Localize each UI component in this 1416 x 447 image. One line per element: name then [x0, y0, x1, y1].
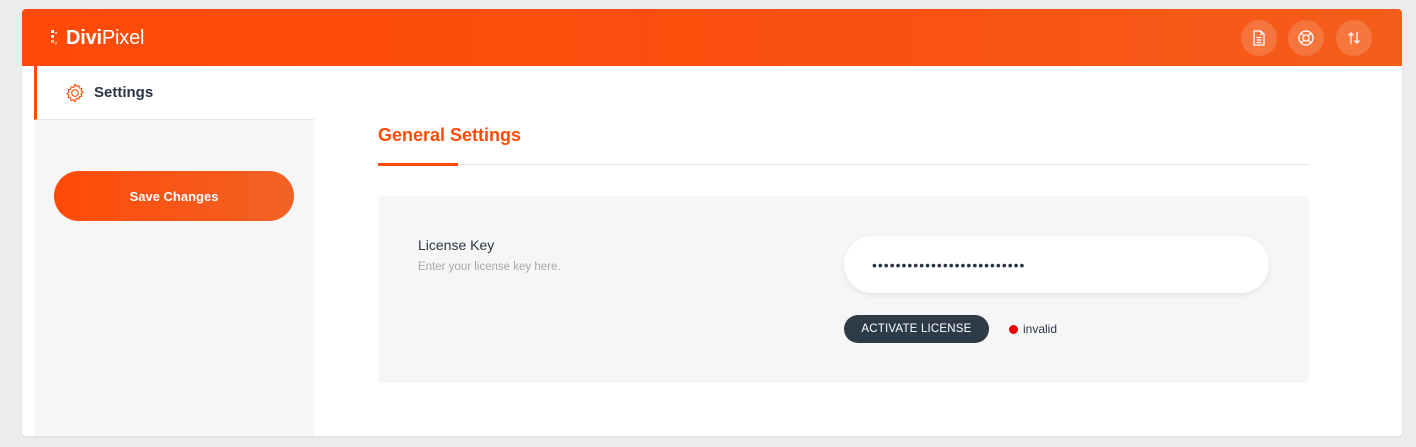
logo-mark-icon: [51, 30, 57, 44]
import-export-button[interactable]: [1336, 20, 1372, 56]
documentation-icon: [1253, 30, 1265, 46]
sidebar: Settings Save Changes: [34, 66, 314, 436]
status-text: invalid: [1023, 322, 1058, 336]
license-key-input[interactable]: [844, 236, 1269, 293]
license-key-label: License Key: [418, 237, 495, 253]
import-export-icon: [1348, 32, 1360, 44]
activate-license-button[interactable]: ACTIVATE LICENSE: [844, 315, 989, 343]
documentation-button[interactable]: [1241, 20, 1277, 56]
active-tab-indicator: [378, 163, 458, 166]
gear-icon: [65, 82, 85, 103]
sidebar-item-label: Settings: [94, 84, 154, 101]
sidebar-item-settings[interactable]: Settings: [34, 66, 314, 120]
save-changes-button[interactable]: Save Changes: [54, 171, 294, 221]
status-dot-icon: [1009, 324, 1018, 334]
support-button[interactable]: [1288, 20, 1324, 56]
logo-text-light: Pixel: [101, 26, 145, 49]
app-window: Divi Pixel Settings Save Changes General…: [22, 9, 1402, 436]
support-icon: [1298, 30, 1314, 46]
logo-text-bold: Divi: [66, 26, 102, 49]
license-panel: License Key Enter your license key here.…: [378, 196, 1309, 383]
section-title: General Settings: [378, 125, 522, 145]
divipixel-logo[interactable]: Divi Pixel: [50, 24, 144, 52]
license-key-hint: Enter your license key here.: [418, 261, 561, 273]
license-status: invalid: [1009, 322, 1057, 336]
header-bar: Divi Pixel: [22, 9, 1402, 66]
tab-divider: [378, 164, 1308, 165]
